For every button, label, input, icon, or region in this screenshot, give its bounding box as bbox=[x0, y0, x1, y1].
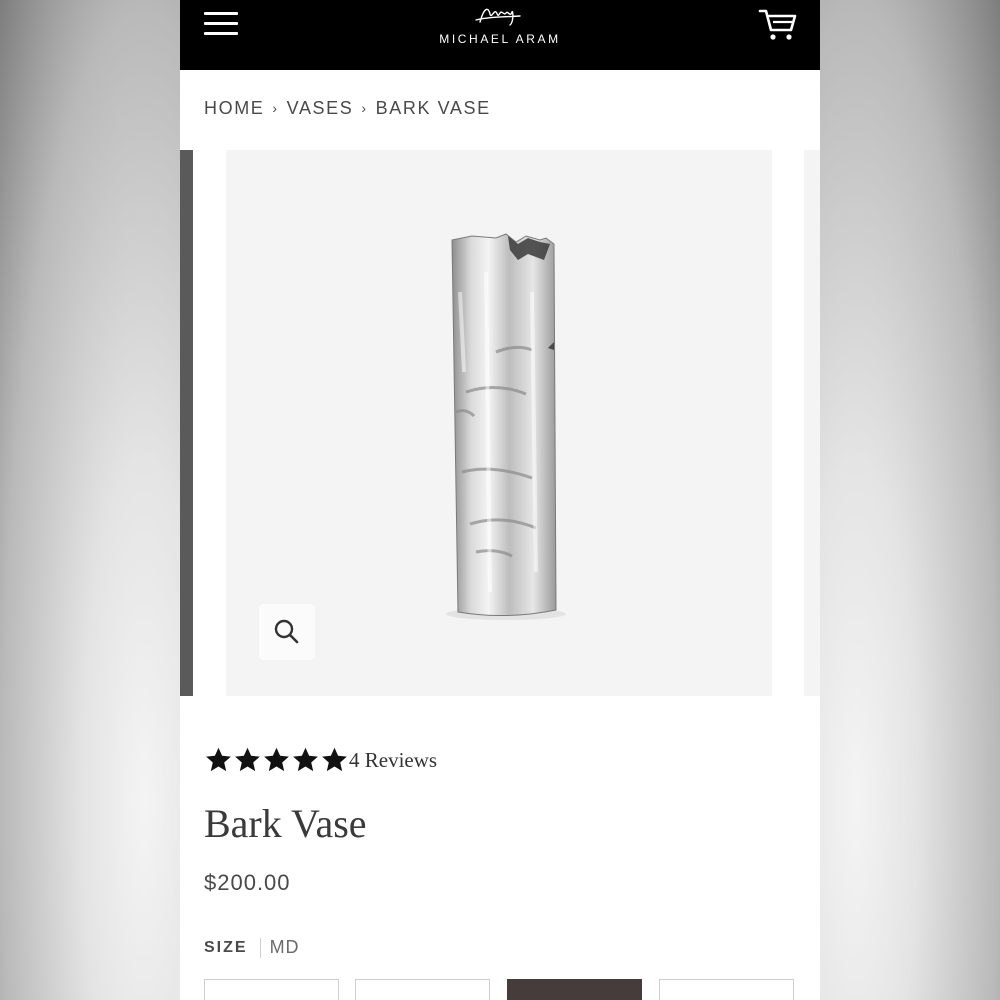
star-icon bbox=[264, 747, 289, 772]
reviews-link[interactable]: 4 Reviews bbox=[349, 748, 437, 773]
top-navigation-bar: MICHAEL ARAM bbox=[180, 0, 820, 70]
size-option[interactable] bbox=[355, 979, 490, 1000]
magnifier-icon bbox=[274, 619, 299, 644]
size-option[interactable] bbox=[204, 979, 339, 1000]
background-blur-right bbox=[820, 0, 1000, 1000]
size-option[interactable] bbox=[659, 979, 794, 1000]
mobile-page: MICHAEL ARAM HOME › VASES › BARK VASE 4 … bbox=[180, 0, 820, 1000]
breadcrumb-home-link[interactable]: HOME bbox=[204, 98, 264, 118]
signature-logo-icon bbox=[475, 8, 521, 26]
product-title: Bark Vase bbox=[204, 801, 367, 846]
next-slide-peek[interactable] bbox=[804, 150, 820, 696]
product-image-carousel[interactable] bbox=[180, 150, 820, 696]
brand-name: MICHAEL ARAM bbox=[439, 32, 561, 46]
product-rating[interactable]: 4 Reviews bbox=[204, 744, 437, 776]
background-blur-left bbox=[0, 0, 180, 1000]
hamburger-menu-icon[interactable] bbox=[204, 12, 238, 36]
breadcrumb-current-page: BARK VASE bbox=[375, 98, 491, 118]
breadcrumb: HOME › VASES › BARK VASE bbox=[204, 98, 491, 119]
previous-slide-peek[interactable] bbox=[180, 150, 193, 696]
product-price: $200.00 bbox=[204, 870, 291, 895]
product-image-main[interactable] bbox=[226, 150, 772, 696]
divider bbox=[259, 937, 261, 958]
selected-size-value: MD bbox=[269, 937, 300, 957]
size-label: SIZE bbox=[204, 938, 248, 956]
bark-vase-image bbox=[446, 233, 566, 620]
zoom-button[interactable] bbox=[259, 604, 315, 660]
size-option-selected[interactable] bbox=[507, 979, 642, 1000]
size-selector-header: SIZE MD bbox=[204, 937, 300, 958]
size-options bbox=[204, 979, 794, 1000]
star-icon bbox=[293, 747, 318, 772]
breadcrumb-separator: › bbox=[272, 100, 279, 116]
star-rating bbox=[204, 746, 349, 774]
breadcrumb-vases-link[interactable]: VASES bbox=[287, 98, 354, 118]
breadcrumb-separator: › bbox=[361, 100, 368, 116]
brand-logo[interactable]: MICHAEL ARAM bbox=[400, 0, 600, 60]
star-icon bbox=[322, 747, 347, 772]
star-icon bbox=[206, 747, 231, 772]
shopping-cart-icon[interactable] bbox=[758, 6, 798, 42]
star-icon bbox=[235, 747, 260, 772]
